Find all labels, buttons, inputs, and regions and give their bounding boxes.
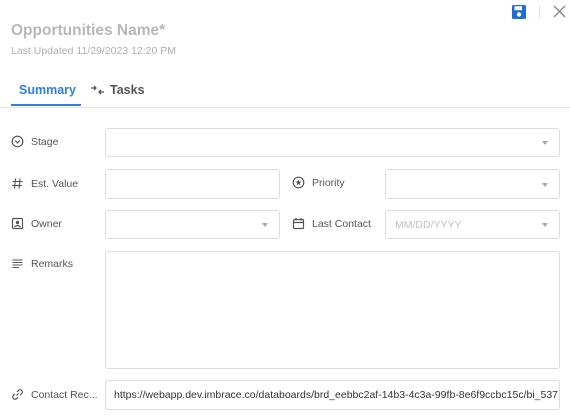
remarks-textarea[interactable] bbox=[105, 251, 560, 369]
stage-icon bbox=[11, 135, 24, 148]
save-icon bbox=[512, 5, 526, 19]
stage-label: Stage bbox=[31, 135, 59, 148]
est-value-label-row: Est. Value bbox=[11, 177, 78, 190]
lines-icon bbox=[12, 259, 23, 269]
stage-select[interactable] bbox=[105, 128, 560, 157]
last-contact-label-row: Last Contact bbox=[292, 217, 371, 230]
tab-tasks[interactable]: Tasks bbox=[90, 83, 145, 97]
chevron-down-icon bbox=[262, 223, 268, 227]
date-placeholder: MM/DD/YYYY bbox=[395, 219, 462, 231]
close-icon bbox=[553, 5, 566, 18]
priority-label-row: Priority bbox=[292, 176, 345, 189]
hash-icon bbox=[12, 178, 23, 189]
tab-tasks-label: Tasks bbox=[110, 83, 145, 97]
chevron-down-icon bbox=[542, 223, 548, 227]
contact-record-label: Contact Rec... bbox=[31, 388, 98, 401]
tab-summary[interactable]: Summary bbox=[19, 83, 76, 97]
contact-record-url: https://webapp.dev.imbrace.co/databoards… bbox=[114, 389, 559, 401]
page-title: Opportunities Name* bbox=[11, 22, 166, 39]
close-button[interactable] bbox=[552, 4, 567, 19]
header-divider bbox=[539, 5, 540, 19]
remarks-label: Remarks bbox=[31, 257, 74, 270]
contact-record-label-row: Contact Rec... bbox=[11, 388, 98, 401]
link-icon bbox=[12, 389, 23, 400]
stage-label-row: Stage bbox=[11, 135, 58, 148]
tabs-divider bbox=[0, 107, 570, 108]
est-value-label: Est. Value bbox=[31, 177, 79, 190]
remarks-label-row: Remarks bbox=[11, 257, 73, 270]
chevron-down-icon bbox=[542, 183, 548, 187]
contact-record-input[interactable]: https://webapp.dev.imbrace.co/databoards… bbox=[105, 380, 560, 410]
star-circle-icon bbox=[292, 176, 305, 189]
chevron-down-icon bbox=[542, 141, 548, 145]
last-updated-text: Last Updated 11/29/2023 12:20 PM bbox=[11, 45, 177, 57]
est-value-input[interactable] bbox=[105, 169, 280, 199]
priority-label: Priority bbox=[312, 176, 345, 189]
owner-select[interactable] bbox=[105, 210, 280, 239]
save-button[interactable] bbox=[511, 4, 527, 20]
priority-select[interactable] bbox=[385, 169, 560, 199]
active-tab-indicator bbox=[11, 104, 81, 106]
owner-badge-icon bbox=[11, 217, 24, 230]
last-contact-date-input[interactable]: MM/DD/YYYY bbox=[385, 210, 560, 239]
owner-label-row: Owner bbox=[11, 217, 62, 230]
last-contact-label: Last Contact bbox=[312, 217, 371, 230]
tasks-icon bbox=[91, 85, 104, 95]
calendar-icon bbox=[292, 218, 305, 230]
owner-label: Owner bbox=[31, 217, 62, 230]
